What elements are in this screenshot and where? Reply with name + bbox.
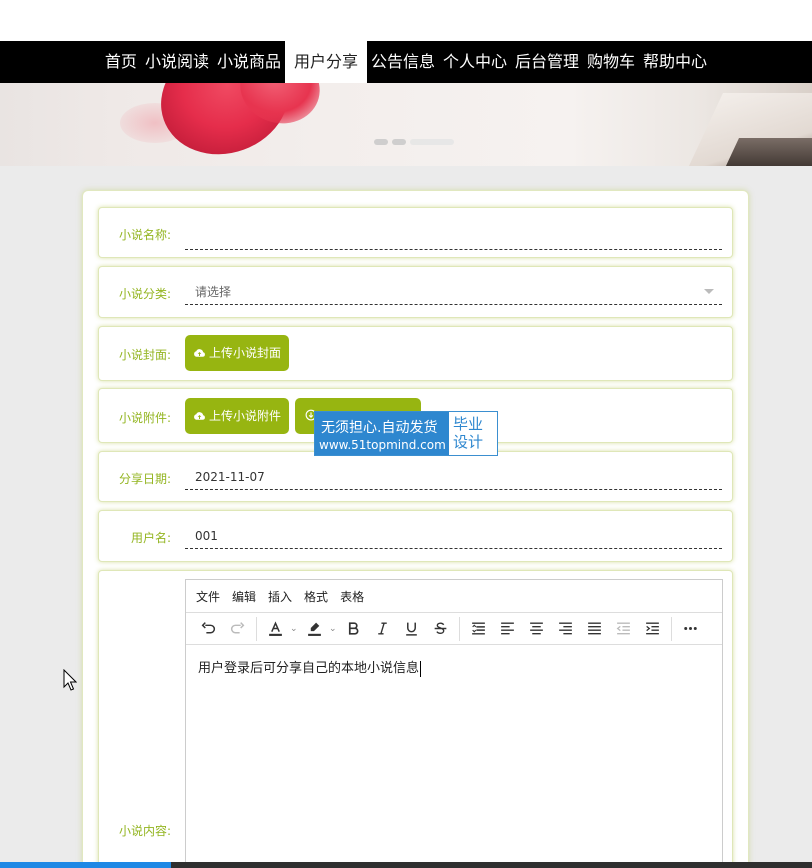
more-icon[interactable] bbox=[676, 615, 705, 643]
top-blank-area bbox=[0, 0, 812, 41]
date-label: 分享日期: bbox=[118, 472, 171, 486]
editor-menubar: 文件 编辑 插入 格式 表格 bbox=[186, 580, 722, 613]
cover-label: 小说封面: bbox=[118, 348, 171, 362]
page-progress-bar bbox=[0, 862, 812, 868]
menu-format[interactable]: 格式 bbox=[304, 588, 328, 605]
watermark-line1: 无须担心.自动发货 bbox=[321, 420, 438, 436]
cloud-upload-icon bbox=[194, 348, 205, 357]
page-progress-fill bbox=[0, 862, 171, 868]
strikethrough-icon[interactable] bbox=[426, 615, 455, 643]
username-label: 用户名: bbox=[130, 531, 171, 545]
mouse-pointer-icon bbox=[63, 669, 77, 691]
nav-item-cart[interactable]: 购物车 bbox=[583, 41, 639, 83]
nav-item-user-share[interactable]: 用户分享 bbox=[284, 41, 367, 83]
upload-attachment-button[interactable]: 上传小说附件 bbox=[185, 398, 290, 434]
menu-insert[interactable]: 插入 bbox=[268, 588, 292, 605]
align-right-icon[interactable] bbox=[551, 615, 580, 643]
nav-item-novel-products[interactable]: 小说商品 bbox=[213, 41, 285, 83]
watermark-left: 无须担心.自动发货 www.51topmind.com bbox=[315, 412, 449, 455]
editor-content-area[interactable]: 用户登录后可分享自己的本地小说信息 bbox=[186, 645, 722, 689]
nav-item-admin[interactable]: 后台管理 bbox=[511, 41, 583, 83]
line-height-icon[interactable] bbox=[464, 615, 493, 643]
menu-table[interactable]: 表格 bbox=[340, 588, 364, 605]
carousel-dot-2[interactable] bbox=[392, 139, 406, 145]
indent-icon[interactable] bbox=[638, 615, 667, 643]
watermark-line2: www.51topmind.com bbox=[319, 438, 446, 452]
content-label: 小说内容: bbox=[118, 824, 171, 838]
align-justify-icon[interactable] bbox=[580, 615, 609, 643]
text-color-icon[interactable] bbox=[261, 615, 290, 643]
form-row-date: 分享日期: 2021-11-07 bbox=[98, 451, 733, 502]
watermark-badge: 无须担心.自动发货 www.51topmind.com 毕业设计 bbox=[314, 411, 498, 456]
outdent-icon[interactable] bbox=[609, 615, 638, 643]
align-left-icon[interactable] bbox=[493, 615, 522, 643]
name-input[interactable] bbox=[185, 224, 722, 250]
bold-icon[interactable] bbox=[339, 615, 368, 643]
chevron-down-icon[interactable]: ⌄ bbox=[329, 624, 339, 634]
toolbar-divider bbox=[256, 616, 257, 641]
underline-icon[interactable] bbox=[397, 615, 426, 643]
menu-edit[interactable]: 编辑 bbox=[232, 588, 256, 605]
nav-item-home[interactable]: 首页 bbox=[101, 41, 141, 83]
italic-icon[interactable] bbox=[368, 615, 397, 643]
main-nav: 首页 小说阅读 小说商品 用户分享 公告信息 个人中心 后台管理 购物车 帮助中… bbox=[0, 41, 812, 83]
toolbar-divider bbox=[671, 616, 672, 641]
form-row-cover: 小说封面: 上传小说封面 bbox=[98, 326, 733, 381]
menu-file[interactable]: 文件 bbox=[196, 588, 220, 605]
nav-item-personal-center[interactable]: 个人中心 bbox=[439, 41, 511, 83]
form-row-content: 小说内容: 文件 编辑 插入 格式 表格 ⌄ ⌄ 用户登录后可分享自己的本地小说… bbox=[98, 570, 733, 868]
category-select[interactable]: 请选择 bbox=[185, 279, 722, 305]
carousel-indicators bbox=[374, 139, 454, 145]
undo-icon[interactable] bbox=[194, 615, 223, 643]
nav-item-novel-reading[interactable]: 小说阅读 bbox=[141, 41, 213, 83]
category-placeholder: 请选择 bbox=[195, 285, 232, 299]
category-label: 小说分类: bbox=[118, 287, 171, 301]
toolbar-divider bbox=[459, 616, 460, 641]
editor-content-text: 用户登录后可分享自己的本地小说信息 bbox=[198, 661, 420, 676]
form-row-category: 小说分类: 请选择 bbox=[98, 266, 733, 318]
text-caret bbox=[420, 660, 422, 677]
upload-cover-label: 上传小说封面 bbox=[209, 346, 282, 360]
banner-carousel bbox=[0, 83, 812, 166]
nav-item-help[interactable]: 帮助中心 bbox=[639, 41, 711, 83]
name-label: 小说名称: bbox=[118, 228, 171, 242]
carousel-dot-3-active[interactable] bbox=[410, 139, 454, 145]
username-input[interactable]: 001 bbox=[185, 523, 722, 549]
align-center-icon[interactable] bbox=[522, 615, 551, 643]
nav-item-announcements[interactable]: 公告信息 bbox=[367, 41, 439, 83]
form-row-username: 用户名: 001 bbox=[98, 510, 733, 562]
chevron-down-icon[interactable]: ⌄ bbox=[290, 624, 300, 634]
upload-cover-button[interactable]: 上传小说封面 bbox=[185, 335, 290, 371]
date-input[interactable]: 2021-11-07 bbox=[185, 464, 722, 490]
highlight-color-icon[interactable] bbox=[300, 615, 329, 643]
rich-text-editor: 文件 编辑 插入 格式 表格 ⌄ ⌄ 用户登录后可分享自己的本地小说信息 bbox=[185, 579, 723, 868]
redo-icon[interactable] bbox=[223, 615, 252, 643]
carousel-dot-1[interactable] bbox=[374, 139, 388, 145]
form-row-name: 小说名称: bbox=[98, 207, 733, 258]
editor-toolbar: ⌄ ⌄ bbox=[186, 613, 722, 645]
cloud-upload-icon bbox=[194, 411, 205, 420]
attachment-label: 小说附件: bbox=[118, 411, 171, 425]
upload-attachment-label: 上传小说附件 bbox=[209, 409, 282, 423]
chevron-down-icon bbox=[704, 289, 714, 294]
watermark-right: 毕业设计 bbox=[453, 415, 484, 451]
banner-image-part bbox=[725, 138, 812, 166]
